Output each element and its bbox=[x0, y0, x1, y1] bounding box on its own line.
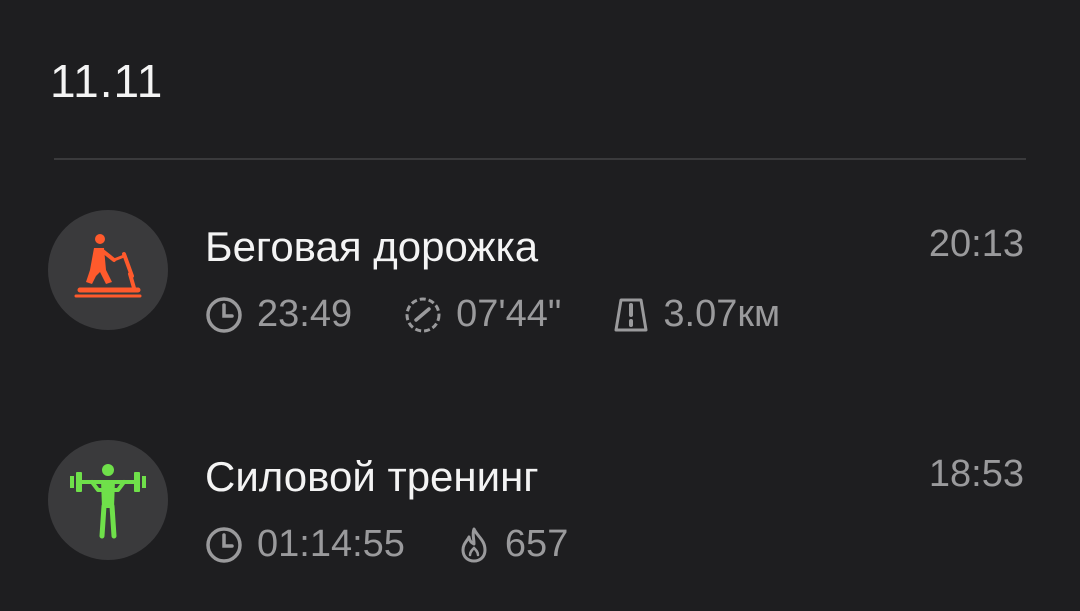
clock-icon bbox=[206, 526, 242, 563]
road-icon bbox=[614, 298, 648, 331]
calories-stat: 657 bbox=[457, 523, 568, 566]
treadmill-icon bbox=[74, 234, 142, 298]
workout-title: Беговая дорожка bbox=[205, 223, 539, 270]
workout-icon-circle bbox=[48, 210, 168, 330]
workout-icon-circle bbox=[48, 440, 168, 560]
workout-title: Силовой тренинг bbox=[205, 453, 539, 500]
pace-stat: 07'44" bbox=[404, 293, 561, 336]
workout-item-strength[interactable]: Силовой тренинг 18:53 01:14:55 657 bbox=[0, 435, 1080, 565]
flame-icon bbox=[461, 527, 487, 562]
duration-value: 01:14:55 bbox=[257, 523, 405, 565]
duration-value: 23:49 bbox=[257, 293, 353, 335]
distance-value: 3.07км bbox=[663, 293, 781, 335]
workout-item-treadmill[interactable]: Беговая дорожка 20:13 23:49 07'44" 3.07к… bbox=[0, 205, 1080, 335]
calories-value: 657 bbox=[504, 523, 569, 565]
workout-stats: 01:14:55 657 bbox=[205, 523, 620, 566]
duration-stat: 01:14:55 bbox=[205, 523, 405, 566]
clock-icon bbox=[206, 296, 242, 333]
workout-time: 18:53 bbox=[928, 453, 1024, 495]
date-header: 11.11 bbox=[50, 55, 164, 107]
workout-stats: 23:49 07'44" 3.07км bbox=[205, 293, 832, 336]
workout-time: 20:13 bbox=[928, 223, 1024, 265]
weightlifting-icon bbox=[70, 464, 146, 539]
distance-stat: 3.07км bbox=[613, 293, 780, 336]
duration-stat: 23:49 bbox=[205, 293, 352, 336]
speedometer-icon bbox=[405, 297, 441, 332]
pace-value: 07'44" bbox=[456, 293, 562, 335]
divider bbox=[54, 158, 1026, 160]
